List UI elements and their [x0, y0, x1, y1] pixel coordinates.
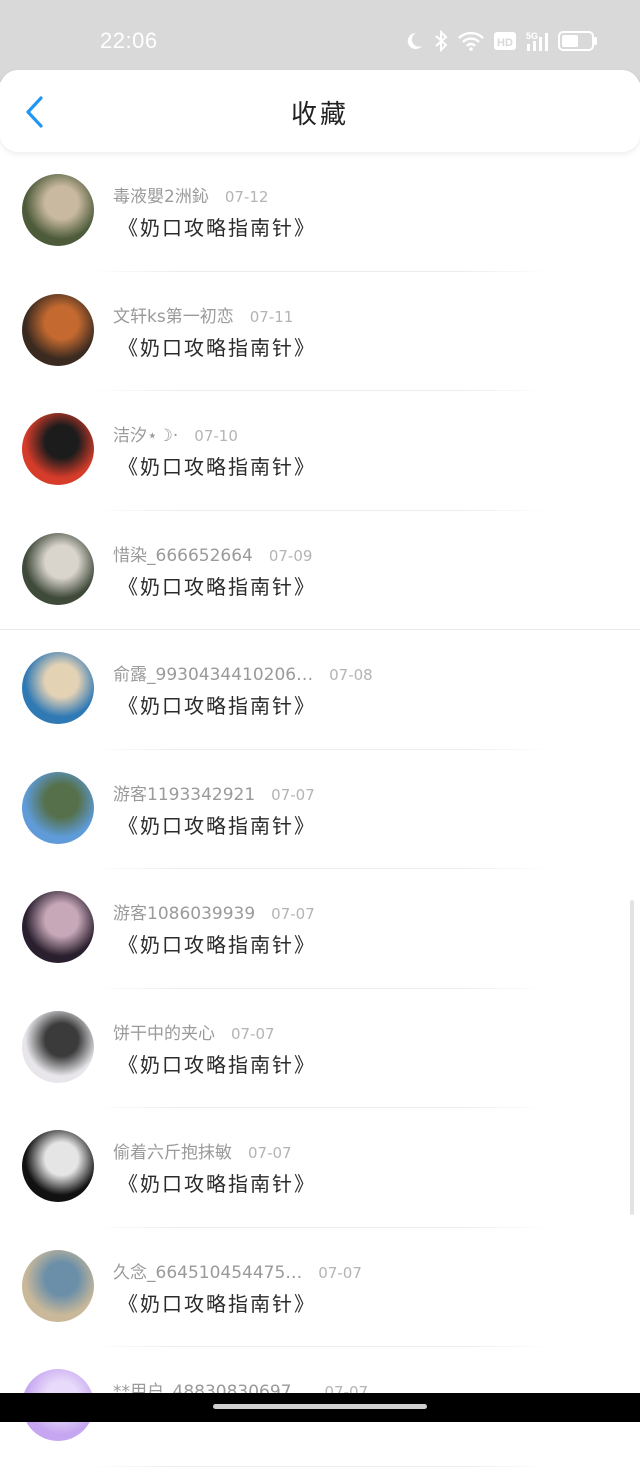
- list-item[interactable]: 文轩ks第一初恋 07-11 《奶口攻略指南针》: [0, 272, 640, 391]
- avatar[interactable]: [22, 532, 94, 605]
- item-meta: 俞露_9930434410206… 07-08: [113, 660, 373, 685]
- username[interactable]: 偷着六斤抱抹敏: [113, 1143, 232, 1163]
- item-title[interactable]: 《奶口攻略指南针》: [118, 929, 316, 958]
- status-icons: HD 5G: [404, 28, 598, 54]
- avatar[interactable]: [22, 652, 94, 724]
- page-title: 收藏: [290, 100, 349, 130]
- username[interactable]: 俞露_9930434410206…: [113, 665, 313, 685]
- list-item[interactable]: 游客1086039939 07-07 《奶口攻略指南针》: [0, 869, 640, 989]
- item-meta: 惜染_666652664 07-09: [113, 541, 312, 566]
- item-date: 07-07: [231, 1024, 275, 1043]
- avatar[interactable]: [22, 891, 94, 963]
- item-title[interactable]: 《奶口攻略指南针》: [118, 451, 316, 480]
- list-item[interactable]: 毒液嬰2洲鈊 07-12 《奶口攻略指南针》: [0, 152, 640, 272]
- item-date: 07-12: [224, 188, 269, 206]
- username[interactable]: 毒液嬰2洲鈊: [113, 187, 209, 207]
- hd-label: HD: [497, 37, 513, 49]
- avatar[interactable]: [22, 1010, 94, 1083]
- favorites-list: 毒液嬰2洲鈊 07-12 《奶口攻略指南针》 文轩ks第一初恋 07-11 《奶口攻略指南…: [0, 152, 640, 1467]
- scrollbar[interactable]: [630, 900, 634, 1215]
- avatar[interactable]: [22, 1130, 94, 1202]
- item-meta: 文轩ks第一初恋 07-11: [113, 302, 293, 327]
- item-meta: 毒液嬰2洲鈊 07-12: [113, 182, 268, 207]
- avatar[interactable]: [22, 293, 94, 366]
- username[interactable]: 游客1086039939: [113, 904, 255, 924]
- moon-icon: [407, 32, 422, 49]
- item-meta: 游客1086039939 07-07: [113, 899, 315, 924]
- item-title[interactable]: 《奶口攻略指南针》: [118, 571, 316, 600]
- username[interactable]: 久念_664510454475…: [113, 1263, 302, 1283]
- network-label: 5G: [526, 31, 538, 41]
- item-title[interactable]: 《奶口攻略指南针》: [118, 690, 316, 719]
- item-date: 07-08: [329, 666, 373, 684]
- item-date: 07-07: [271, 785, 315, 804]
- item-meta: 饼干中的夹心 07-07: [113, 1019, 275, 1044]
- username[interactable]: 文轩ks第一初恋: [113, 307, 234, 327]
- hd-icon: HD: [494, 32, 516, 50]
- list-item[interactable]: 惜染_666652664 07-09 《奶口攻略指南针》: [0, 511, 640, 630]
- username[interactable]: 饼干中的夹心: [113, 1024, 215, 1044]
- item-title[interactable]: 《奶口攻略指南针》: [118, 1168, 316, 1197]
- avatar[interactable]: [22, 1249, 94, 1322]
- avatar[interactable]: [22, 771, 94, 844]
- avatar[interactable]: [22, 413, 94, 485]
- list-item[interactable]: 俞露_9930434410206… 07-08 《奶口攻略指南针》: [0, 630, 640, 750]
- item-date: 07-09: [268, 546, 313, 565]
- username[interactable]: 惜染_666652664: [113, 546, 253, 566]
- username[interactable]: 游客1193342921: [113, 785, 255, 805]
- battery-icon: [558, 31, 597, 51]
- item-meta: 偷着六斤抱抹敏 07-07: [113, 1138, 292, 1163]
- list-item[interactable]: 饼干中的夹心 07-07 《奶口攻略指南针》: [0, 989, 640, 1108]
- item-title[interactable]: 《奶口攻略指南针》: [118, 332, 316, 361]
- username[interactable]: 洁汐⋆☽·: [113, 426, 178, 446]
- bluetooth-icon: [435, 30, 448, 52]
- item-meta: 游客1193342921 07-07: [113, 780, 315, 805]
- item-meta: 久念_664510454475… 07-07: [113, 1258, 362, 1283]
- item-date: 07-11: [249, 307, 294, 326]
- item-date: 07-07: [318, 1263, 362, 1282]
- item-title[interactable]: 《奶口攻略指南针》: [118, 212, 316, 241]
- list-item[interactable]: 洁汐⋆☽· 07-10 《奶口攻略指南针》: [0, 391, 640, 511]
- item-meta: 洁汐⋆☽· 07-10: [113, 421, 238, 446]
- header: 收藏: [0, 70, 640, 152]
- item-title[interactable]: 《奶口攻略指南针》: [118, 810, 316, 839]
- item-title[interactable]: 《奶口攻略指南针》: [118, 1288, 316, 1317]
- item-date: 07-07: [248, 1144, 292, 1162]
- wifi-icon: [458, 31, 484, 51]
- divider: [90, 1465, 550, 1467]
- item-date: 07-10: [194, 427, 238, 445]
- status-time: 22:06: [100, 28, 158, 53]
- item-date: 07-07: [271, 905, 315, 923]
- list-item[interactable]: 游客1193342921 07-07 《奶口攻略指南针》: [0, 750, 640, 869]
- system-nav-bar: [0, 1393, 640, 1422]
- list-item[interactable]: 久念_664510454475… 07-07 《奶口攻略指南针》: [0, 1228, 640, 1347]
- signal-5g-icon: 5G: [526, 31, 548, 51]
- avatar[interactable]: [22, 174, 94, 246]
- item-title[interactable]: 《奶口攻略指南针》: [118, 1049, 316, 1078]
- home-indicator[interactable]: [213, 1404, 427, 1409]
- list-item[interactable]: 偷着六斤抱抹敏 07-07 《奶口攻略指南针》: [0, 1108, 640, 1228]
